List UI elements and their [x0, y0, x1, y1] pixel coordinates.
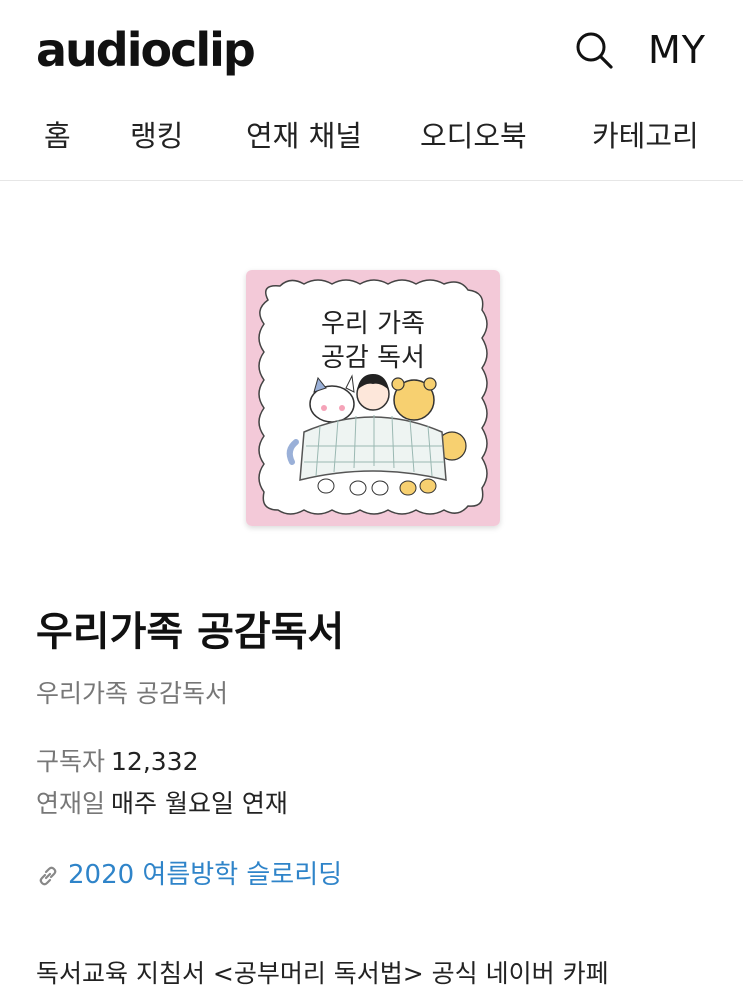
main-nav: 홈 랭킹 연재 채널 오디오북 카테고리 [0, 100, 743, 181]
nav-item-ranking[interactable]: 랭킹 [130, 116, 183, 156]
nav-item-series-channel[interactable]: 연재 채널 [246, 116, 362, 156]
channel-title: 우리가족 공감독서 [36, 609, 345, 655]
schedule-value: 매주 월요일 연재 [111, 789, 288, 818]
cover-title-line1: 우리 가족 [321, 309, 425, 339]
search-button[interactable] [572, 28, 616, 72]
subscribers-label: 구독자 [36, 747, 106, 776]
channel-description: 독서교육 지침서 <공부머리 독서법> 공식 네이버 카페 [36, 959, 609, 988]
subscribers-row: 구독자 12,332 [36, 744, 199, 780]
nav-item-category[interactable]: 카테고리 [592, 116, 699, 156]
channel-cover-image: 우리 가족 공감 독서 [246, 270, 500, 526]
schedule-label: 연재일 [36, 789, 106, 818]
subscribers-count: 12,332 [111, 747, 199, 776]
audioclip-logo[interactable]: audioclip [36, 22, 256, 78]
my-button[interactable]: MY [648, 26, 706, 74]
nav-item-audiobook[interactable]: 오디오북 [420, 116, 527, 156]
link-text[interactable]: 2020 여름방학 슬로리딩 [68, 856, 342, 894]
search-icon [576, 32, 613, 69]
schedule-row: 연재일 매주 월요일 연재 [36, 786, 288, 822]
app-header: audioclip MY [0, 0, 743, 100]
cover-title-line2: 공감 독서 [321, 343, 425, 373]
cover-illustration: 우리 가족 공감 독서 [246, 270, 500, 526]
link-icon [39, 866, 57, 886]
nav-item-home[interactable]: 홈 [44, 116, 71, 156]
channel-subtitle: 우리가족 공감독서 [36, 679, 228, 708]
